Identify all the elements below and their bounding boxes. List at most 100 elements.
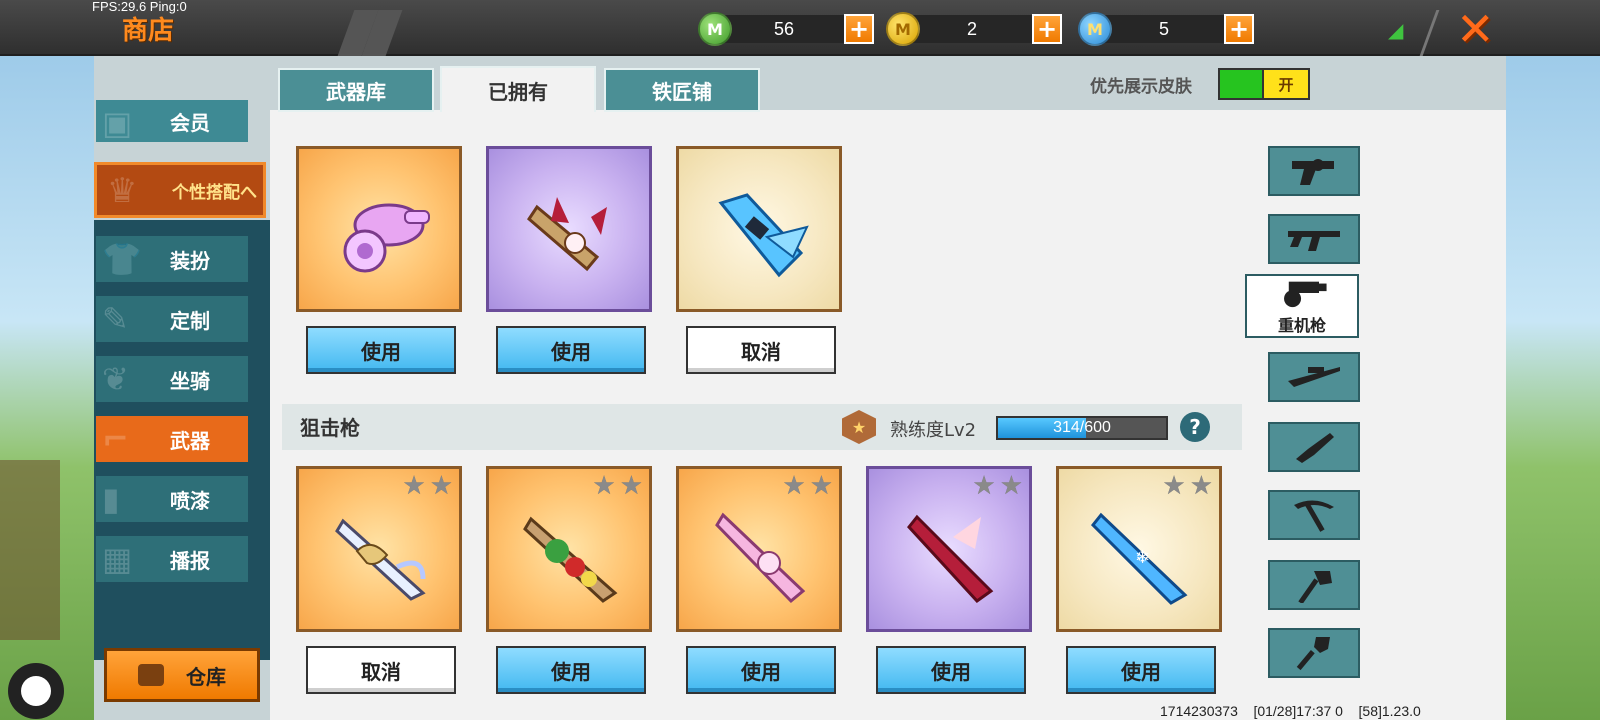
category-knife[interactable]: [1268, 422, 1360, 472]
top-bar: M 56 + M 2 + M 5 + ◢ ✕: [0, 0, 1600, 56]
warehouse-button[interactable]: 仓库: [104, 648, 260, 702]
crimson-sniper-icon: [907, 514, 994, 603]
use-button[interactable]: 使用: [876, 646, 1026, 694]
signal-icon: ◢: [1388, 18, 1404, 42]
footprint-icon: ❦: [102, 360, 129, 398]
mastery-value: 314/600: [1053, 419, 1111, 436]
spray-can-icon: ▮: [102, 480, 120, 518]
sidebar-item-spray[interactable]: ▮ 喷漆: [96, 476, 248, 522]
sidebar-item-broadcast[interactable]: ▦ 播报: [96, 536, 248, 582]
cancel-button[interactable]: 取消: [686, 326, 836, 374]
star-rating: ★ ★: [402, 473, 453, 499]
cancel-button[interactable]: 取消: [306, 646, 456, 694]
star-icon: ★: [809, 471, 833, 501]
star-rating: ★ ★: [972, 473, 1023, 499]
item-card[interactable]: ★ ★ ❄: [1056, 466, 1222, 632]
currency-value: 2: [912, 15, 1032, 43]
category-shovel[interactable]: [1268, 628, 1360, 678]
page-title: 商店: [122, 16, 175, 46]
pencil-icon: ✎: [102, 300, 129, 338]
item-card[interactable]: [676, 146, 842, 312]
toggle-knob: 开: [1262, 70, 1308, 98]
add-gold-coin-button[interactable]: +: [1032, 14, 1062, 44]
ice-gun-icon: [718, 193, 809, 278]
use-button[interactable]: 使用: [496, 646, 646, 694]
star-icon: ★: [782, 471, 806, 501]
star-icon: ★: [972, 471, 996, 501]
tab-blacksmith[interactable]: 铁匠铺: [604, 68, 760, 112]
use-button[interactable]: 使用: [1066, 646, 1216, 694]
star-icon: ★: [1189, 471, 1213, 501]
item-card[interactable]: ★ ★: [676, 466, 842, 632]
help-button[interactable]: ?: [1180, 412, 1210, 442]
currency-green: M 56 +: [698, 12, 874, 46]
skin-priority-toggle[interactable]: 开: [1218, 68, 1310, 100]
star-icon: ★: [592, 471, 616, 501]
use-button[interactable]: 使用: [686, 646, 836, 694]
floating-home-button[interactable]: [8, 663, 64, 719]
sidebar-group-personalize[interactable]: ♛ 个性搭配へ: [94, 162, 266, 218]
currency-blue: M 5 +: [1078, 12, 1254, 46]
item-card[interactable]: ★ ★: [296, 466, 462, 632]
sidebar-item-label: 坐骑: [170, 368, 210, 393]
category-axe[interactable]: [1268, 560, 1360, 610]
gift-box-icon: ▦: [102, 540, 133, 578]
build-time: [01/28]17:37 0: [1253, 703, 1343, 719]
background-scenery-right: [1506, 56, 1600, 720]
tab-owned[interactable]: 已拥有: [440, 66, 596, 112]
blue-coin-icon: M: [1078, 12, 1112, 46]
use-button[interactable]: 使用: [306, 326, 456, 374]
chest-icon: [138, 664, 164, 686]
trophy-icon: ♛: [107, 171, 138, 211]
sidebar-item-member[interactable]: ▣ 会员: [96, 100, 248, 142]
build-info: 1714230373 [01/28]17:37 0 [58]1.23.0: [1160, 703, 1421, 719]
tab-arsenal[interactable]: 武器库: [278, 68, 434, 112]
star-icon: ★: [429, 471, 453, 501]
item-card[interactable]: ★ ★: [866, 466, 1032, 632]
star-rating: ★ ★: [1162, 473, 1213, 499]
add-blue-coin-button[interactable]: +: [1224, 14, 1254, 44]
harp-sniper-icon: [335, 518, 426, 601]
sidebar-item-outfit[interactable]: 👕 装扮: [96, 236, 248, 282]
close-button[interactable]: ✕: [1456, 2, 1495, 56]
sidebar-item-weapon[interactable]: ⌐ 武器: [96, 416, 248, 462]
sniper-rifle-icon: [1288, 367, 1340, 387]
snowflake-sniper-icon: ❄: [1090, 512, 1188, 605]
category-rifle[interactable]: [1268, 214, 1360, 264]
sidebar-item-mount[interactable]: ❦ 坐骑: [96, 356, 248, 402]
star-icon: ★: [1162, 471, 1186, 501]
rifle-icon: [1288, 231, 1340, 251]
sidebar-item-label: 定制: [170, 308, 210, 333]
sidebar: ▣ 会员 ♛ 个性搭配へ 👕 装扮 ✎ 定制 ❦ 坐骑 ⌐ 武器 ▮ 喷漆 ▦ …: [94, 56, 270, 720]
use-button[interactable]: 使用: [496, 326, 646, 374]
sidebar-item-label: 播报: [170, 548, 210, 573]
category-sniper[interactable]: [1268, 352, 1360, 402]
section-title: 狙击枪: [300, 416, 360, 440]
sidebar-item-label: 会员: [170, 110, 210, 135]
mastery-label: 熟练度Lv2: [890, 420, 977, 441]
svg-text:❄: ❄: [1135, 547, 1150, 568]
star-rating: ★ ★: [592, 473, 643, 499]
festive-sniper-icon: [523, 516, 618, 603]
sidebar-group-label: 个性搭配へ: [172, 182, 257, 203]
mastery-progress-bar: 314/600: [996, 416, 1168, 440]
item-card[interactable]: ★ ★: [486, 466, 652, 632]
star-icon: ★: [402, 471, 426, 501]
add-green-gem-button[interactable]: +: [844, 14, 874, 44]
star-icon: ★: [999, 471, 1023, 501]
knife-icon: [1296, 433, 1334, 463]
sidebar-item-label: 喷漆: [170, 488, 210, 513]
category-heavy-machine-gun[interactable]: 重机枪: [1245, 274, 1359, 338]
category-label: 重机枪: [1277, 316, 1326, 335]
shovel-icon: [1296, 637, 1330, 671]
toggle-track: [1220, 70, 1262, 98]
category-revolver[interactable]: [1268, 146, 1360, 196]
divider: [1419, 10, 1440, 56]
category-pickaxe[interactable]: [1268, 490, 1360, 540]
sidebar-item-label: 装扮: [170, 248, 210, 273]
item-card[interactable]: [296, 146, 462, 312]
background-block: [0, 460, 60, 640]
sidebar-item-custom[interactable]: ✎ 定制: [96, 296, 248, 342]
heavy-machine-gun-icon: [1284, 281, 1327, 308]
item-card[interactable]: [486, 146, 652, 312]
